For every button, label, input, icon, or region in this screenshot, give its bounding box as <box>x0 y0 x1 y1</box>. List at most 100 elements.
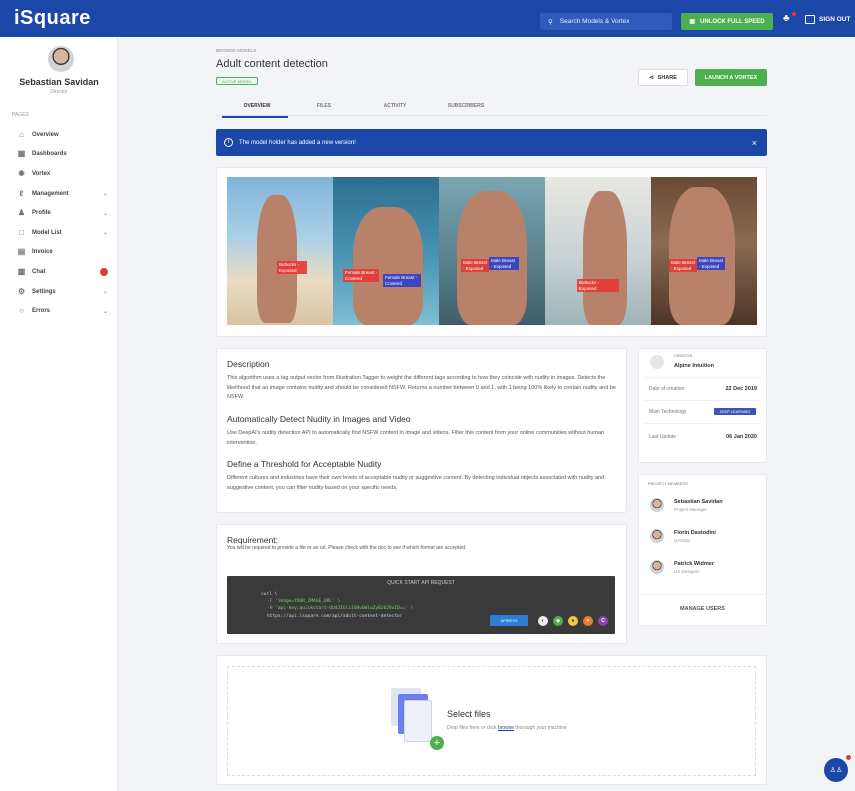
invoice-icon: ▤ <box>17 247 26 257</box>
sidebar-item-model-list[interactable]: □ Model List ⌄ <box>0 223 118 243</box>
sidebar-item-overview[interactable]: ⌂ Overview <box>0 125 118 145</box>
code-line: -H 'api-key:quickstart-QUdJIGlzIGNvbWluZ… <box>267 606 414 611</box>
page-title: Adult content detection <box>216 58 328 70</box>
close-icon[interactable]: × <box>752 138 757 148</box>
detection-tag: Female Breast - Covered <box>343 269 379 282</box>
sidebar: Sebastian Savidan Director PAGES ⌂ Overvi… <box>0 37 118 791</box>
member-name[interactable]: Sebastian Savidan <box>674 499 723 505</box>
chevron-down-icon: ⌄ <box>102 308 108 315</box>
detection-tag: Buttocks - Exposed <box>577 279 619 292</box>
file-drop-zone[interactable] <box>227 666 756 776</box>
error-icon: ○ <box>19 306 24 316</box>
sidebar-item-label: Vortex <box>32 170 51 177</box>
sidebar-item-dashboards[interactable]: ▦ Dashboards <box>0 145 118 165</box>
upload-hint-text: Drop files here or click <box>447 725 498 731</box>
dashboard-icon: ▦ <box>17 149 26 159</box>
date-created-label: Date of creation <box>649 386 685 392</box>
notification-dot <box>792 12 796 16</box>
floating-users-button[interactable]: ♙♙ <box>824 758 848 782</box>
member-role: DevOps <box>674 538 691 543</box>
sign-out-label: SIGN OUT <box>819 16 851 23</box>
member-name[interactable]: Florin Dastodini <box>674 530 716 536</box>
alert-text: The model holder has added a new version… <box>239 139 356 146</box>
launch-vortex-button[interactable]: LAUNCH A VORTEX <box>695 69 767 86</box>
sample-image[interactable]: Buttocks - Exposed <box>545 177 651 325</box>
bell-icon[interactable]: ♣ <box>783 13 790 24</box>
code-line: curl \ <box>261 592 278 597</box>
new-version-alert: i The model holder has added a new versi… <box>216 129 767 156</box>
tab-files[interactable]: FILES <box>289 103 359 109</box>
users-icon: ♙♙ <box>829 767 843 774</box>
sidebar-item-invoice[interactable]: ▤ Invoice <box>0 243 118 263</box>
sidebar-item-label: Invoice <box>32 249 53 256</box>
sample-image[interactable]: Male Breast - Exposed Male Breast - Expo… <box>651 177 757 325</box>
divider <box>645 423 761 424</box>
sample-image[interactable]: Male Breast - Exposed Male Breast - Expo… <box>439 177 545 325</box>
user-name: Sebastian Savidan <box>19 77 99 87</box>
user-role: Director <box>50 89 68 95</box>
sidebar-item-label: Settings <box>32 288 56 295</box>
gear-icon: ⚙ <box>17 286 26 296</box>
manage-users-button[interactable]: MANAGE USERS <box>638 606 767 612</box>
sample-image[interactable]: Female Breast - Covered Female Breast - … <box>333 177 439 325</box>
tab-overview[interactable]: OVERVIEW <box>222 103 292 109</box>
detection-tag: Female Breast - Covered <box>383 274 421 287</box>
creator-name[interactable]: Alpine Intuition <box>674 363 714 369</box>
upload-hint: Drop files here or click browse thorough… <box>447 725 567 731</box>
csharp-icon[interactable]: C <box>598 616 608 626</box>
app-logo[interactable]: iSquare <box>14 7 91 30</box>
divider <box>645 400 761 401</box>
description-heading: Description <box>227 359 270 369</box>
sidebar-item-settings[interactable]: ⚙ Settings ⌄ <box>0 282 118 302</box>
sidebar-item-label: Dashboards <box>32 151 67 158</box>
unlock-full-speed-button[interactable]: ▣ UNLOCK FULL SPEED <box>681 13 773 30</box>
top-bar: iSquare ⚲ Search Models & Vortex ▣ UNLOC… <box>0 0 855 37</box>
sidebar-item-management[interactable]: ℓ Management ⌄ <box>0 184 118 204</box>
requirement-body: You will be required to provide a file o… <box>227 545 467 551</box>
sidebar-item-errors[interactable]: ○ Errors ⌄ <box>0 301 118 321</box>
avatar <box>650 560 664 574</box>
curl-icon[interactable]: ◐ <box>538 616 548 626</box>
avatar[interactable] <box>48 46 74 72</box>
sidebar-item-label: Profile <box>32 210 51 217</box>
creator-logo <box>650 355 664 369</box>
description-body: This algorithm uses a tag output vector … <box>227 375 616 400</box>
member-name[interactable]: Patrick Widmer <box>674 561 714 567</box>
project-members-card <box>638 474 767 626</box>
lock-icon: ▣ <box>689 19 696 25</box>
sign-out-button[interactable]: SIGN OUT <box>805 15 850 24</box>
sidebar-item-vortex[interactable]: ✹ Vortex <box>0 164 118 184</box>
search-button[interactable]: ⚲ Search Models & Vortex <box>540 13 672 30</box>
add-file-icon[interactable]: + <box>430 736 444 750</box>
subject-silhouette <box>669 187 735 325</box>
breadcrumb[interactable]: BROWSE MODELS <box>216 48 256 53</box>
java-icon[interactable]: ♥ <box>583 616 593 626</box>
unlock-label: UNLOCK FULL SPEED <box>700 18 765 25</box>
api-keys-button[interactable]: APIKEYS <box>490 615 528 626</box>
browse-link[interactable]: browse <box>498 725 514 731</box>
sample-image[interactable]: Buttocks - Exposed <box>227 177 333 325</box>
code-line: -F 'image=YOUR_IMAGE_URL' \ <box>267 599 341 604</box>
sidebar-item-label: Overview <box>32 131 59 138</box>
info-icon: i <box>224 138 233 147</box>
sidebar-item-label: Errors <box>32 308 51 315</box>
tab-activity[interactable]: ACTIVITY <box>360 103 430 109</box>
avatar <box>650 529 664 543</box>
node-icon[interactable]: ◆ <box>553 616 563 626</box>
profile-icon: ♟ <box>17 208 26 218</box>
python-icon[interactable]: ● <box>568 616 578 626</box>
tab-subscribers[interactable]: SUBSCRIBERS <box>431 103 501 109</box>
divider <box>638 594 767 595</box>
technology-badge: DEEP LEARNING <box>714 408 756 415</box>
project-members-label: PROJECT MEMBERS <box>648 481 688 486</box>
sidebar-item-chat[interactable]: ▩ Chat <box>0 262 118 282</box>
share-icon: ⊲ <box>649 74 654 81</box>
sidebar-item-profile[interactable]: ♟ Profile ⌄ <box>0 203 118 223</box>
last-update-label: Last Update <box>649 434 676 440</box>
tab-bar: OVERVIEW FILES ACTIVITY SUBSCRIBERS <box>216 98 767 116</box>
detection-tag: Male Breast - Exposed <box>697 257 725 270</box>
share-button[interactable]: ⊲ SHARE <box>638 69 688 86</box>
section-heading: Define a Threshold for Acceptable Nudity <box>227 459 382 469</box>
vortex-icon: ✹ <box>18 168 25 178</box>
subject-silhouette <box>353 207 423 325</box>
